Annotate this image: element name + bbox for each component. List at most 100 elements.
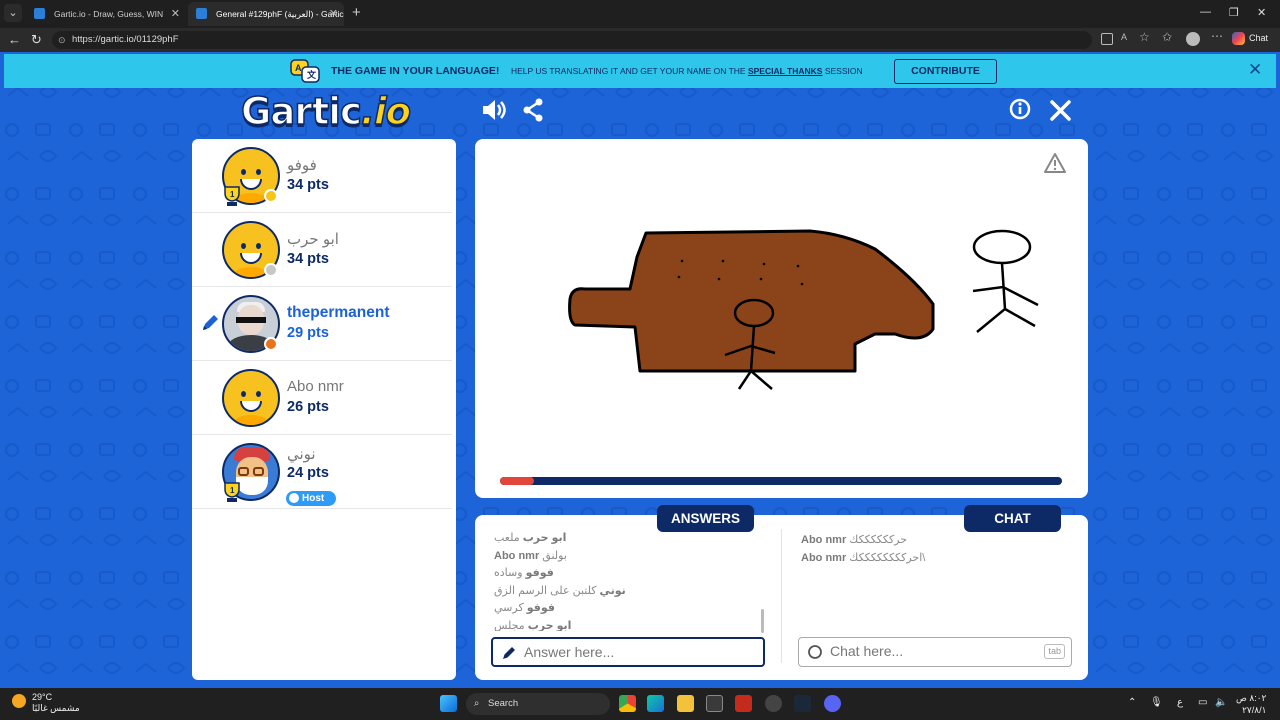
player-name: Abo nmr bbox=[287, 378, 344, 395]
close-banner-icon[interactable]: ✕ bbox=[1248, 60, 1262, 80]
store-icon[interactable] bbox=[706, 695, 723, 712]
host-badge: Host bbox=[286, 491, 336, 506]
tab-key-hint: tab bbox=[1044, 644, 1065, 659]
player-row[interactable]: Abo nmr 26 pts bbox=[192, 361, 452, 435]
read-aloud-icon[interactable]: A bbox=[1121, 32, 1133, 44]
close-window-icon[interactable]: ✕ bbox=[1257, 6, 1266, 19]
svg-text:1: 1 bbox=[230, 190, 235, 199]
player-points: 24 pts bbox=[287, 465, 329, 481]
voicemod-icon[interactable] bbox=[735, 695, 752, 712]
answer-message: فوفو كرسي bbox=[494, 602, 555, 614]
browser-tab-bar: ⌄ Gartic.io - Draw, Guess, WIN ✕ General… bbox=[0, 0, 1280, 28]
player-avatar bbox=[222, 369, 280, 427]
discord-icon[interactable] bbox=[824, 695, 841, 712]
site-info-icon[interactable]: ⊙ bbox=[58, 31, 66, 49]
player-name: thepermanent bbox=[287, 304, 390, 321]
minimize-icon[interactable]: — bbox=[1200, 6, 1211, 18]
steam-icon[interactable] bbox=[794, 695, 811, 712]
share-icon[interactable] bbox=[522, 98, 544, 122]
exit-room-icon[interactable] bbox=[1050, 100, 1071, 121]
answer-message: ابو حرب ملعب bbox=[494, 532, 567, 544]
game-page: A 文 THE GAME IN YOUR LANGUAGE! HELP US T… bbox=[0, 52, 1280, 688]
contribute-button[interactable]: CONTRIBUTE bbox=[894, 59, 997, 84]
tab-answers[interactable]: ANSWERS bbox=[657, 505, 754, 532]
url-field[interactable]: ⊙ https://gartic.io/01129phF bbox=[52, 31, 1092, 49]
taskbar-search[interactable]: ⌕ Search bbox=[466, 693, 610, 715]
tab-chat[interactable]: CHAT bbox=[964, 505, 1061, 532]
url-text: https://gartic.io/01129phF bbox=[72, 34, 179, 45]
microphone-icon[interactable]: 🎙 bbox=[1150, 697, 1163, 708]
answers-message-list[interactable]: ابو حرب ملعب Abo nmr بولنق فوفو وساده نو… bbox=[494, 531, 764, 631]
banner-text: HELP US TRANSLATING IT AND GET YOUR NAME… bbox=[511, 66, 863, 76]
player-points: 34 pts bbox=[287, 251, 329, 267]
windows-start-icon[interactable] bbox=[440, 695, 457, 712]
trophy-icon: 1 bbox=[224, 186, 240, 206]
tab-actions-menu-button[interactable]: ⌄ bbox=[4, 4, 22, 22]
keyboard-language[interactable]: ع bbox=[1177, 697, 1183, 708]
favorite-star-icon[interactable]: ☆ bbox=[1139, 30, 1151, 44]
player-points: 26 pts bbox=[287, 399, 329, 415]
browser-tab-1[interactable]: Gartic.io - Draw, Guess, WIN ✕ bbox=[26, 2, 186, 26]
search-icon: ⌕ bbox=[474, 698, 480, 709]
info-icon[interactable] bbox=[1009, 98, 1031, 120]
chrome-icon[interactable] bbox=[619, 695, 636, 712]
clock-time: ٨:٠٢ ص bbox=[1236, 693, 1267, 703]
player-status-dot bbox=[264, 263, 278, 277]
player-row-current-drawer[interactable]: thepermanent 29 pts bbox=[192, 287, 452, 361]
player-row[interactable]: 1 نوني 24 pts Host bbox=[192, 435, 452, 509]
player-points: 29 pts bbox=[287, 325, 329, 341]
gartic-logo[interactable]: Gartic.io bbox=[240, 89, 412, 134]
profile-avatar-icon[interactable] bbox=[1186, 32, 1200, 46]
sound-icon[interactable] bbox=[480, 98, 506, 122]
app-install-icon[interactable] bbox=[1101, 33, 1113, 45]
show-hidden-icons[interactable]: ⌃ bbox=[1128, 697, 1136, 708]
special-thanks-link[interactable]: SPECIAL THANKS bbox=[748, 66, 822, 76]
answer-message: نوني كلتبن على الرسم الزق bbox=[494, 584, 626, 597]
close-tab-icon[interactable]: ✕ bbox=[171, 2, 180, 26]
answer-input[interactable]: Answer here... bbox=[491, 637, 765, 667]
clock-date: ٢٧/٨/١ bbox=[1242, 705, 1267, 715]
drawing-strokes bbox=[568, 229, 1039, 390]
copilot-icon bbox=[1232, 32, 1245, 45]
volume-icon[interactable]: 🔈 bbox=[1215, 697, 1227, 708]
banner-headline: THE GAME IN YOUR LANGUAGE! bbox=[331, 65, 500, 77]
tab-title: Gartic.io - Draw, Guess, WIN bbox=[54, 9, 164, 19]
favorites-icon[interactable]: ✩ bbox=[1162, 30, 1174, 44]
answer-message: ابو حرب مجلس bbox=[494, 619, 572, 632]
weather-condition: مشمس غالبًا bbox=[32, 703, 80, 713]
copilot-label: Chat bbox=[1249, 32, 1269, 43]
answers-scrollbar[interactable] bbox=[761, 609, 764, 633]
translation-banner: A 文 THE GAME IN YOUR LANGUAGE! HELP US T… bbox=[4, 54, 1276, 88]
new-tab-button[interactable]: + bbox=[352, 4, 361, 21]
player-points: 34 pts bbox=[287, 177, 329, 193]
browser-tab-2-active[interactable]: General #129phF (العربية) - Gartic.io ✕ bbox=[188, 2, 344, 26]
drawing-canvas[interactable] bbox=[475, 139, 1088, 498]
more-menu-icon[interactable]: ⋯ bbox=[1211, 29, 1223, 43]
taskbar-clock[interactable]: ٨:٠٢ ص ٢٧/٨/١ bbox=[1236, 692, 1266, 716]
back-arrow-icon[interactable]: ← bbox=[8, 32, 21, 47]
restore-icon[interactable]: ❐ bbox=[1229, 6, 1239, 19]
file-explorer-icon[interactable] bbox=[677, 695, 694, 712]
players-panel: 1 فوفو 34 pts ابو حرب 34 pts thepermanen… bbox=[192, 139, 456, 680]
translate-icon: A 文 bbox=[290, 59, 320, 83]
player-name: ابو حرب bbox=[287, 231, 339, 248]
pencil-icon bbox=[503, 647, 515, 659]
browser-address-bar: ← ↻ ⊙ https://gartic.io/01129phF A ☆ ✩ ⋯… bbox=[0, 28, 1280, 52]
chat-bubble-icon bbox=[808, 645, 822, 659]
svg-text:A: A bbox=[295, 63, 302, 73]
refresh-icon[interactable]: ↻ bbox=[31, 32, 42, 48]
app-icon[interactable] bbox=[765, 695, 782, 712]
player-row[interactable]: 1 فوفو 34 pts bbox=[192, 139, 452, 213]
player-row[interactable]: ابو حرب 34 pts bbox=[192, 213, 452, 287]
network-icon[interactable]: ▭ bbox=[1198, 697, 1207, 708]
search-label: Search bbox=[488, 698, 519, 709]
player-status-dot bbox=[264, 189, 278, 203]
copilot-chat-button[interactable]: Chat bbox=[1232, 32, 1268, 45]
chat-message: Abo nmr حرككككككك bbox=[801, 534, 908, 546]
round-timer-bar bbox=[500, 477, 1062, 485]
chat-message-list[interactable]: Abo nmr حرككككككك Abo nmr احرككككككككك\ bbox=[801, 533, 1071, 568]
chat-message: Abo nmr احرككككككككك\ bbox=[801, 551, 926, 564]
chat-input[interactable]: Chat here... tab bbox=[798, 637, 1072, 667]
close-tab-icon[interactable]: ✕ bbox=[329, 2, 338, 26]
edge-icon[interactable] bbox=[647, 695, 664, 712]
